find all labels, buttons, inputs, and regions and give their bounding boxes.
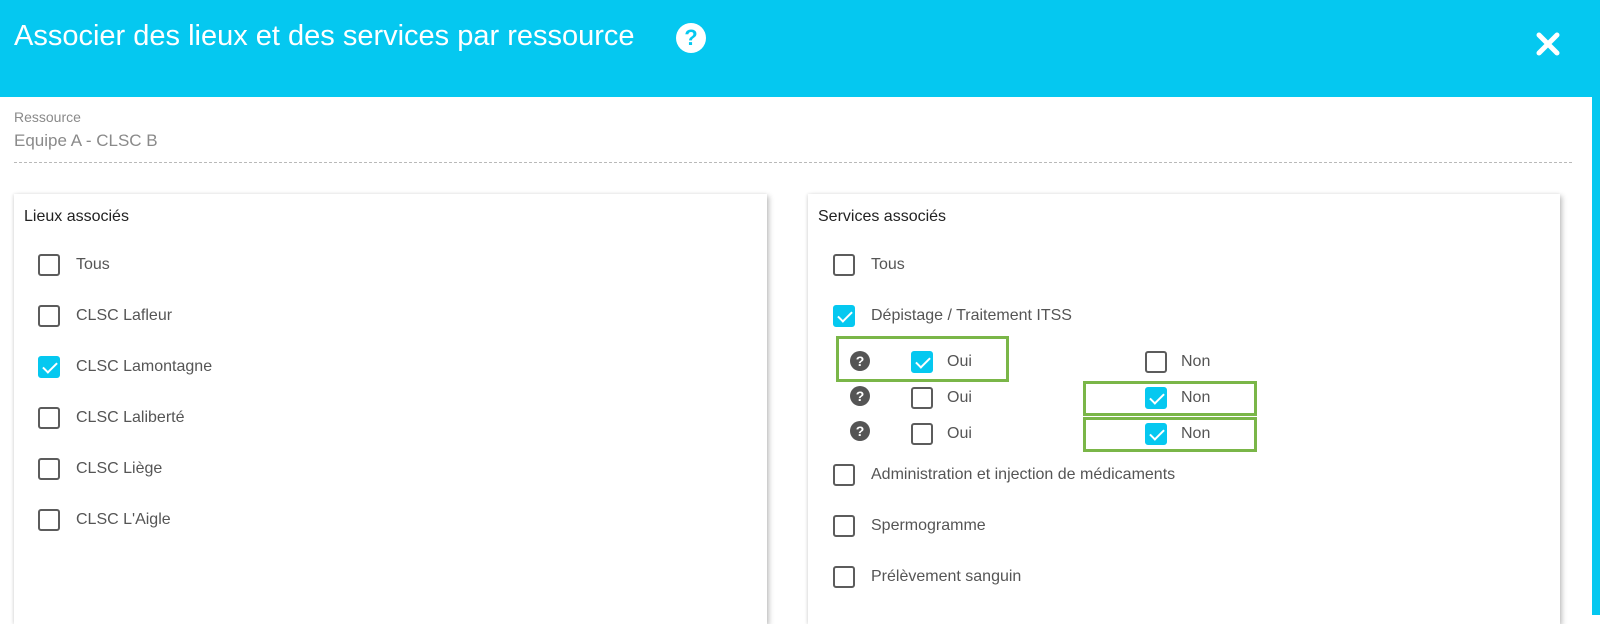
checkbox[interactable] xyxy=(833,515,855,537)
close-icon[interactable] xyxy=(1530,26,1566,62)
lieu-item-liege[interactable]: CLSC Liège xyxy=(38,457,162,481)
dialog-header: Associer des lieux et des services par r… xyxy=(0,0,1600,97)
scrollbar-edge xyxy=(1592,97,1600,615)
option-non[interactable]: Non xyxy=(1145,350,1210,374)
lieu-label: Tous xyxy=(76,256,110,273)
service-label: Spermogramme xyxy=(871,517,986,534)
services-panel-title: Services associés xyxy=(818,208,947,225)
option-label: Oui xyxy=(947,425,972,442)
lieux-panel-title: Lieux associés xyxy=(24,208,129,225)
checkbox[interactable] xyxy=(911,351,933,373)
help-icon[interactable]: ? xyxy=(850,386,870,406)
lieu-item-laliberte[interactable]: CLSC Laliberté xyxy=(38,406,185,430)
option-non[interactable]: Non xyxy=(1145,422,1210,446)
lieu-label: CLSC L'Aigle xyxy=(76,511,171,528)
option-oui[interactable]: Oui xyxy=(911,350,972,374)
lieux-panel: Lieux associés Tous CLSC Lafleur CLSC La… xyxy=(14,194,767,624)
help-icon[interactable]: ? xyxy=(676,23,706,53)
services-panel: Services associés Tous Dépistage / Trait… xyxy=(808,194,1560,624)
option-label: Oui xyxy=(947,353,972,370)
checkbox[interactable] xyxy=(1145,387,1167,409)
help-icon[interactable]: ? xyxy=(850,351,870,371)
service-item-spermogramme[interactable]: Spermogramme xyxy=(833,514,986,538)
lieu-item-tous[interactable]: Tous xyxy=(38,253,110,277)
service-item-depistage[interactable]: Dépistage / Traitement ITSS xyxy=(833,304,1072,328)
dialog-title: Associer des lieux et des services par r… xyxy=(14,20,635,52)
resource-label: Ressource xyxy=(14,109,81,125)
lieu-item-laigle[interactable]: CLSC L'Aigle xyxy=(38,508,171,532)
service-label: Administration et injection de médicamen… xyxy=(871,466,1176,483)
checkbox[interactable] xyxy=(833,254,855,276)
checkbox[interactable] xyxy=(38,254,60,276)
checkbox[interactable] xyxy=(833,566,855,588)
checkbox[interactable] xyxy=(38,407,60,429)
checkbox[interactable] xyxy=(911,423,933,445)
checkbox[interactable] xyxy=(38,509,60,531)
option-label: Non xyxy=(1181,389,1211,406)
lieu-item-lafleur[interactable]: CLSC Lafleur xyxy=(38,304,172,328)
service-label: Tous xyxy=(871,256,905,273)
service-label: Prélèvement sanguin xyxy=(871,568,1022,585)
lieu-label: CLSC Lafleur xyxy=(76,307,173,324)
option-oui[interactable]: Oui xyxy=(911,386,972,410)
checkbox[interactable] xyxy=(911,387,933,409)
checkbox[interactable] xyxy=(833,464,855,486)
lieu-label: CLSC Laliberté xyxy=(76,409,185,426)
lieu-label: CLSC Liège xyxy=(76,460,163,477)
option-label: Oui xyxy=(947,389,972,406)
service-item-prelevement[interactable]: Prélèvement sanguin xyxy=(833,565,1021,589)
checkbox[interactable] xyxy=(38,458,60,480)
option-label: Non xyxy=(1181,425,1211,442)
resource-field: Equipe A - CLSC B xyxy=(14,131,1572,163)
checkbox[interactable] xyxy=(1145,351,1167,373)
checkbox[interactable] xyxy=(38,356,60,378)
help-icon[interactable]: ? xyxy=(850,421,870,441)
checkbox[interactable] xyxy=(1145,423,1167,445)
service-label: Dépistage / Traitement ITSS xyxy=(871,307,1072,324)
option-oui[interactable]: Oui xyxy=(911,422,972,446)
option-label: Non xyxy=(1181,353,1211,370)
service-item-administration[interactable]: Administration et injection de médicamen… xyxy=(833,463,1175,487)
checkbox[interactable] xyxy=(38,305,60,327)
option-non[interactable]: Non xyxy=(1145,386,1210,410)
lieu-label: CLSC Lamontagne xyxy=(76,358,213,375)
checkbox[interactable] xyxy=(833,305,855,327)
lieu-item-lamontagne[interactable]: CLSC Lamontagne xyxy=(38,355,212,379)
service-item-tous[interactable]: Tous xyxy=(833,253,905,277)
